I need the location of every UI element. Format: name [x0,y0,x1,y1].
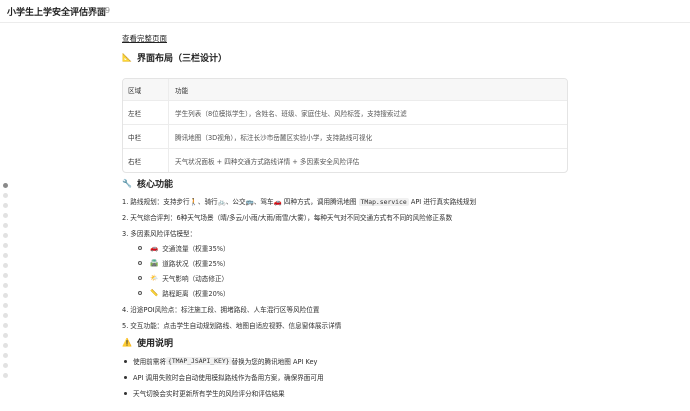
usage-heading: ⚠️ 使用说明 [122,336,173,349]
list-item: 4. 沿途POI风险点：标注施工段、拥堵路段、人车混行区等风险位置 [122,306,320,314]
rail-dot[interactable] [3,303,8,308]
inline-code: {TMAP_JSAPI_KEY} [165,357,232,365]
risk-factor-item: 🌤️ 天气影响（动态修正） [138,273,228,283]
layout-heading-text: 界面布局（三栏设计） [136,54,227,64]
core-heading: 🔧 核心功能 [122,177,173,190]
list-item: API 调用失败时会自动使用模拟路线作为备用方案，确保界面可用 [122,372,324,382]
table-cell: 天气状况面板 + 四种交通方式路线详情 + 多因素安全风险评估 [175,157,360,166]
risk-factor-item: 🛣️ 道路状况（权重25%） [138,258,230,268]
rail-dot[interactable] [3,293,8,298]
top-bar: 小学生上学安全评估界面 23:09 [0,0,690,23]
inline-code: TMap.service [358,198,409,206]
rail-dot[interactable] [3,223,8,228]
table-cell: 右栏 [123,149,169,172]
list-item: 5. 交互功能：点击学生自动规划路线、地图自适应视野、信息窗体展示详情 [122,322,342,330]
table-cell: 中栏 [123,125,169,148]
rail-dot[interactable] [3,343,8,348]
wrench-icon: 🔧 [122,179,132,188]
road-icon: 🛣️ [150,259,159,267]
list-item: 使用前需将 {TMAP_JSAPI_KEY} 替换为您的腾讯地图 API Key [122,356,317,366]
rail-dot[interactable] [3,283,8,288]
table-header-cell: 功能 [175,86,189,95]
rail-dot[interactable] [3,313,8,318]
rail-dot[interactable] [3,323,8,328]
rail-dot[interactable] [3,333,8,338]
warning-icon: ⚠️ [122,338,132,347]
car-icon: 🚗 [150,244,159,252]
list-item: 天气切换会实时更新所有学生的风险评分和评估结果 [122,388,285,398]
rail-dot[interactable] [3,213,8,218]
rail-dot[interactable] [3,373,8,378]
rail-dot[interactable] [3,253,8,258]
rail-dot[interactable] [3,353,8,358]
rail-dot[interactable] [3,193,8,198]
rail-dot[interactable] [3,363,8,368]
rail-dot[interactable] [3,233,8,238]
rail-dot[interactable] [3,203,8,208]
usage-heading-text: 使用说明 [136,339,173,349]
weather-icon: 🌤️ [150,274,159,282]
table-row: 中栏 腾讯地图（3D视角），标注长沙市岳麓区实验小学，支持路线可视化 [123,124,567,148]
ruler-icon: 📏 [150,289,159,297]
core-heading-text: 核心功能 [136,180,173,190]
table-row: 右栏 天气状况面板 + 四种交通方式路线详情 + 多因素安全风险评估 [123,148,567,172]
view-full-page-link[interactable]: 查看完整页面 [122,33,167,44]
table-cell: 左栏 [123,101,169,124]
list-item: 3. 多因素风险评估模型： [122,230,197,238]
rail-dot[interactable] [3,263,8,268]
table-cell: 学生列表（8位模拟学生），含姓名、班级、家庭住址、风险标签，支持搜索过滤 [175,109,407,118]
risk-factor-item: 🚗 交通流量（权重35%） [138,243,230,253]
list-item: 2. 天气综合评判：6种天气场景（晴/多云/小雨/大雨/雨雪/大雾），每种天气对不… [122,214,453,222]
table-row: 左栏 学生列表（8位模拟学生），含姓名、班级、家庭住址、风险标签，支持搜索过滤 [123,100,567,124]
timestamp: 23:09 [87,6,111,15]
list-item: 1. 路线规划：支持步行🚶、骑行🚲、公交🚌、驾车🚗 四种方式，调用腾讯地图 TMa… [122,198,477,206]
table-header-cell: 区域 [123,79,169,100]
risk-factor-item: 📏 路程距离（权重20%） [138,288,230,298]
rail-dot[interactable] [3,243,8,248]
table-header-row: 区域 功能 [123,79,567,100]
scroll-navigator[interactable] [3,183,9,383]
rail-dot-active[interactable] [3,183,8,188]
table-cell: 腾讯地图（3D视角），标注长沙市岳麓区实验小学，支持路线可视化 [175,133,373,142]
layout-heading: 📐 界面布局（三栏设计） [122,51,227,64]
rail-dot[interactable] [3,273,8,278]
triangle-ruler-icon: 📐 [122,53,132,62]
layout-table: 区域 功能 左栏 学生列表（8位模拟学生），含姓名、班级、家庭住址、风险标签，支… [122,78,568,173]
